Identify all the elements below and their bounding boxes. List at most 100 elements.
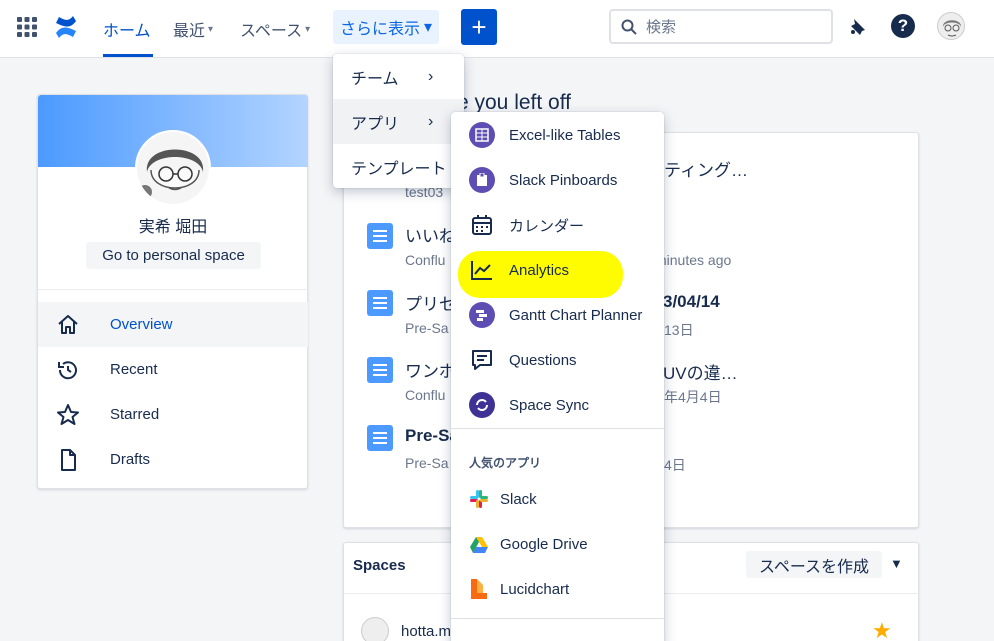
recent-page-title[interactable]: ティング… [664,156,748,181]
recent-page-title-suffix: UVの違… [663,364,738,383]
nav-home[interactable]: ホーム [103,0,151,58]
app-item-label: Lucidchart [500,581,570,598]
app-item-label: Space Sync [509,397,590,414]
nav-more-button[interactable]: さらに表示 ▾ [333,10,439,44]
search-icon [621,19,637,35]
sidebar-item-drafts[interactable]: Drafts [38,437,308,482]
recent-page-meta: Conflu [405,252,446,268]
help-icon[interactable]: ? [891,14,915,38]
star-icon[interactable]: ★ [872,618,892,641]
app-item-questions[interactable]: Questions [451,338,664,383]
menu-item-apps[interactable]: アプリ › [333,99,464,144]
sidebar-item-overview[interactable]: Overview [38,302,308,347]
recent-page-time: 13日 [664,322,694,338]
recent-page-meta: Pre-Sa [405,320,449,336]
draft-icon [61,449,76,471]
sidebar-item-recent[interactable]: Recent [38,347,308,392]
recent-page-title[interactable]: ワンポ [405,357,456,382]
app-item-lucidchart[interactable]: Lucidchart [451,567,664,612]
questions-icon [472,350,492,370]
confluence-logo-icon[interactable] [54,14,78,40]
menu-item-templates[interactable]: テンプレート [333,144,464,189]
search-placeholder: 検索 [646,19,677,36]
app-item-slack-pinboards[interactable]: Slack Pinboards [451,158,664,203]
app-item-label: Analytics [509,262,570,279]
recent-page-title[interactable]: いいね [405,222,456,247]
page-icon [367,290,393,316]
nav-recent-label: 最近 [173,23,206,40]
sidebar-item-starred[interactable]: Starred [38,392,308,437]
app-item-gantt-chart-planner[interactable]: Gantt Chart Planner [451,293,664,338]
create-space-button[interactable]: スペースを作成 [746,551,882,578]
spaces-title: Spaces [353,557,406,574]
app-item-excel-like-tables[interactable]: Excel-like Tables [451,113,664,158]
app-item-label: Questions [509,352,577,369]
nav-home-label: ホーム [103,23,151,40]
recent-page-meta: Pre-Sa [405,455,449,471]
app-item-label: Excel-like Tables [509,127,621,144]
menu-divider [451,618,664,619]
chevron-down-icon[interactable]: ▼ [890,556,903,571]
menu-item-teams[interactable]: チーム › [333,54,464,99]
app-item-label: Google Drive [500,536,588,553]
app-item-calendar[interactable]: カレンダー [451,203,664,248]
analytics-icon [471,261,492,280]
table-icon [469,122,495,148]
recent-page-time: minutes ago [655,252,732,268]
app-item-label: Gantt Chart Planner [509,307,643,324]
nav-more-label: さらに表示 [339,21,420,38]
top-navigation: ホーム 最近 ▾ スペース ▾ さらに表示 ▾ + 検索 ? [0,0,994,58]
menu-item-label: アプリ [351,115,400,133]
nav-spaces[interactable]: スペース ▾ [240,0,310,58]
app-item-label: カレンダー [509,218,585,235]
chevron-down-icon: ▾ [423,19,433,36]
recent-page-time: 年4月4日 [664,389,722,405]
pinboard-icon [469,167,495,193]
app-item-space-sync[interactable]: Space Sync [451,383,664,428]
app-item-slack[interactable]: Slack [451,477,664,522]
app-item-label: Slack [500,491,537,508]
space-avatar [361,617,389,641]
profile-avatar [135,130,211,206]
profile-sidebar-card: 実希 堀田 Go to personal space Overview Rece… [37,94,308,489]
search-input[interactable]: 検索 [609,9,833,44]
profile-name: 実希 堀田 [138,219,208,236]
chevron-down-icon: ▾ [305,23,311,35]
lucidchart-icon [471,579,487,599]
recent-page-meta: Conflu [405,387,446,403]
sidebar-item-label: Recent [110,361,158,378]
app-item-label: Slack Pinboards [509,172,618,189]
google-drive-icon [470,537,488,553]
nav-recent[interactable]: 最近 ▾ [173,0,213,58]
page-icon [367,425,393,451]
recent-page-title[interactable]: プリセ [405,290,456,315]
chevron-down-icon: ▾ [208,23,214,35]
chevron-right-icon: › [428,67,434,85]
nav-spaces-label: スペース [240,23,303,40]
recent-page-title-suffix: 3/04/14 [663,292,720,311]
app-item-analytics[interactable]: Analytics [451,248,664,293]
recent-page-time: 4日 [664,457,686,473]
sidebar-item-label: Overview [110,316,173,333]
home-icon [58,315,78,334]
gantt-icon [469,302,495,328]
calendar-icon [472,215,492,235]
plus-icon: + [471,12,487,42]
sidebar-item-label: Starred [110,406,160,423]
menu-item-label: テンプレート [351,160,447,178]
create-button[interactable]: + [461,9,497,45]
slack-icon [470,490,488,508]
active-tab-indicator [103,54,153,57]
sync-icon [469,392,495,418]
space-name[interactable]: hotta.m [401,623,451,640]
notifications-bell-icon[interactable] [847,15,871,39]
app-switcher-icon[interactable] [17,17,37,37]
sidebar-divider [38,289,308,290]
personal-space-button[interactable]: Go to personal space [86,242,261,269]
personal-space-label: Go to personal space [102,247,245,264]
popular-apps-heading: 人気のアプリ [469,456,542,470]
page-icon [367,357,393,383]
chevron-right-icon: › [428,112,434,130]
user-avatar[interactable] [937,12,965,40]
app-item-google-drive[interactable]: Google Drive [451,522,664,567]
